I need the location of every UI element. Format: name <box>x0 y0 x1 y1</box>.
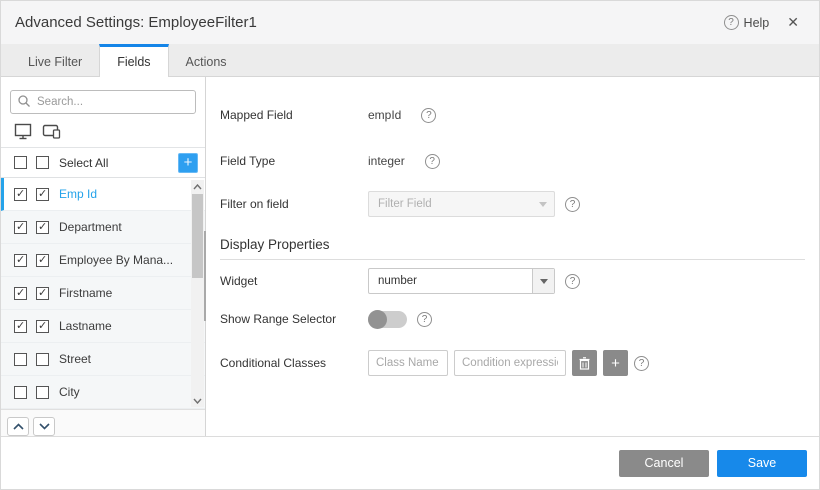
search-input[interactable] <box>10 90 196 114</box>
mapped-field-label: Mapped Field <box>220 108 368 122</box>
tab-actions[interactable]: Actions <box>169 44 244 76</box>
mapped-field-help-icon[interactable]: ? <box>421 108 436 123</box>
field-checkbox-1[interactable] <box>14 386 27 399</box>
field-label: Department <box>59 220 122 234</box>
scroll-down-icon[interactable] <box>191 394 204 407</box>
save-button[interactable]: Save <box>717 450 807 477</box>
display-properties-heading: Display Properties <box>220 227 805 260</box>
field-type-label: Field Type <box>220 154 368 168</box>
close-icon[interactable]: ✕ <box>783 12 803 33</box>
field-checkbox-1[interactable] <box>14 287 27 300</box>
widget-help-icon[interactable]: ? <box>565 274 580 289</box>
field-list-item[interactable]: Firstname <box>1 277 205 310</box>
field-checkbox-2[interactable] <box>36 287 49 300</box>
chevron-down-icon <box>540 279 548 284</box>
field-list-item[interactable]: Lastname <box>1 310 205 343</box>
field-checkbox-1[interactable] <box>14 320 27 333</box>
desktop-device-icon[interactable] <box>14 123 33 145</box>
field-list-item[interactable]: Employee By Mana... <box>1 244 205 277</box>
range-selector-toggle[interactable] <box>368 311 407 328</box>
widget-select-value: number <box>369 275 532 287</box>
class-name-input[interactable] <box>368 350 448 376</box>
tab-live-filter[interactable]: Live Filter <box>11 44 99 76</box>
field-checkbox-1[interactable] <box>14 353 27 366</box>
field-label: Emp Id <box>59 187 97 201</box>
field-checkbox-1[interactable] <box>14 221 27 234</box>
filter-field-select: Filter Field <box>368 191 555 217</box>
move-down-button[interactable] <box>33 417 55 436</box>
field-checkbox-2[interactable] <box>36 320 49 333</box>
field-type-help-icon[interactable]: ? <box>425 154 440 169</box>
scrollbar-thumb[interactable] <box>192 194 203 278</box>
chevron-down-icon <box>539 202 547 207</box>
field-list-item[interactable]: Department <box>1 211 205 244</box>
move-up-button[interactable] <box>7 417 29 436</box>
mobile-device-icon[interactable] <box>42 123 62 145</box>
search-icon <box>17 94 31 113</box>
show-range-selector-label: Show Range Selector <box>220 312 368 326</box>
widget-row: Widget number ? <box>220 266 805 296</box>
range-selector-help-icon[interactable]: ? <box>417 312 432 327</box>
filter-on-field-label: Filter on field <box>220 197 368 211</box>
field-checkbox-2[interactable] <box>36 221 49 234</box>
tab-fields[interactable]: Fields <box>99 44 168 77</box>
field-label: City <box>59 385 80 399</box>
dialog-body: Select All + Emp Id Department <box>1 77 819 436</box>
filter-field-select-value: Filter Field <box>369 198 532 210</box>
field-checkbox-1[interactable] <box>14 188 27 201</box>
help-label: Help <box>744 16 770 30</box>
field-label: Street <box>59 352 91 366</box>
field-checkbox-1[interactable] <box>14 254 27 267</box>
field-list-item[interactable]: City <box>1 376 205 409</box>
field-label: Lastname <box>59 319 112 333</box>
field-checkbox-2[interactable] <box>36 188 49 201</box>
dialog-title: Advanced Settings: EmployeeFilter1 <box>15 14 257 31</box>
field-checkbox-2[interactable] <box>36 386 49 399</box>
fields-sidebar: Select All + Emp Id Department <box>1 77 206 436</box>
list-scrollbar[interactable] <box>191 180 204 407</box>
add-class-button[interactable]: + <box>603 350 628 376</box>
show-range-selector-row: Show Range Selector ? <box>220 304 805 334</box>
field-properties-panel: Mapped Field empId ? Field Type integer … <box>206 77 819 436</box>
field-checkbox-2[interactable] <box>36 353 49 366</box>
field-list: Emp Id Department Employee By Mana... Fi… <box>1 178 205 409</box>
delete-class-button[interactable] <box>572 350 597 376</box>
conditional-classes-label: Conditional Classes <box>220 356 368 370</box>
add-field-button[interactable]: + <box>178 153 198 173</box>
field-type-row: Field Type integer ? <box>220 146 805 176</box>
field-list-item[interactable]: Emp Id <box>1 178 205 211</box>
mapped-field-row: Mapped Field empId ? <box>220 100 805 130</box>
field-label: Firstname <box>59 286 112 300</box>
select-all-checkbox-1[interactable] <box>14 156 27 169</box>
field-label: Employee By Mana... <box>59 253 173 267</box>
field-list-item[interactable]: Street <box>1 343 205 376</box>
advanced-settings-dialog: Advanced Settings: EmployeeFilter1 ? Hel… <box>0 0 820 490</box>
field-type-value: integer <box>368 154 405 168</box>
help-question-icon: ? <box>724 15 739 30</box>
dialog-footer: Cancel Save <box>1 436 819 489</box>
widget-select[interactable]: number <box>368 268 555 294</box>
scroll-up-icon[interactable] <box>191 180 204 193</box>
filter-on-field-row: Filter on field Filter Field ? <box>220 189 805 219</box>
toggle-knob <box>368 310 387 329</box>
trash-icon <box>579 357 590 370</box>
dialog-header: Advanced Settings: EmployeeFilter1 ? Hel… <box>1 1 819 44</box>
reorder-controls <box>1 409 205 436</box>
select-all-checkbox-2[interactable] <box>36 156 49 169</box>
widget-label: Widget <box>220 274 368 288</box>
filter-field-help-icon[interactable]: ? <box>565 197 580 212</box>
tab-bar: Live Filter Fields Actions <box>1 44 819 77</box>
cancel-button[interactable]: Cancel <box>619 450 709 477</box>
field-checkbox-2[interactable] <box>36 254 49 267</box>
device-columns-row <box>1 121 205 148</box>
help-button[interactable]: ? Help <box>724 15 770 30</box>
mapped-field-value: empId <box>368 108 401 122</box>
select-all-label: Select All <box>59 156 108 170</box>
conditional-classes-row: Conditional Classes + ? <box>220 348 805 378</box>
select-all-row: Select All + <box>1 148 205 178</box>
condition-expression-input[interactable] <box>454 350 566 376</box>
conditional-classes-help-icon[interactable]: ? <box>634 356 649 371</box>
